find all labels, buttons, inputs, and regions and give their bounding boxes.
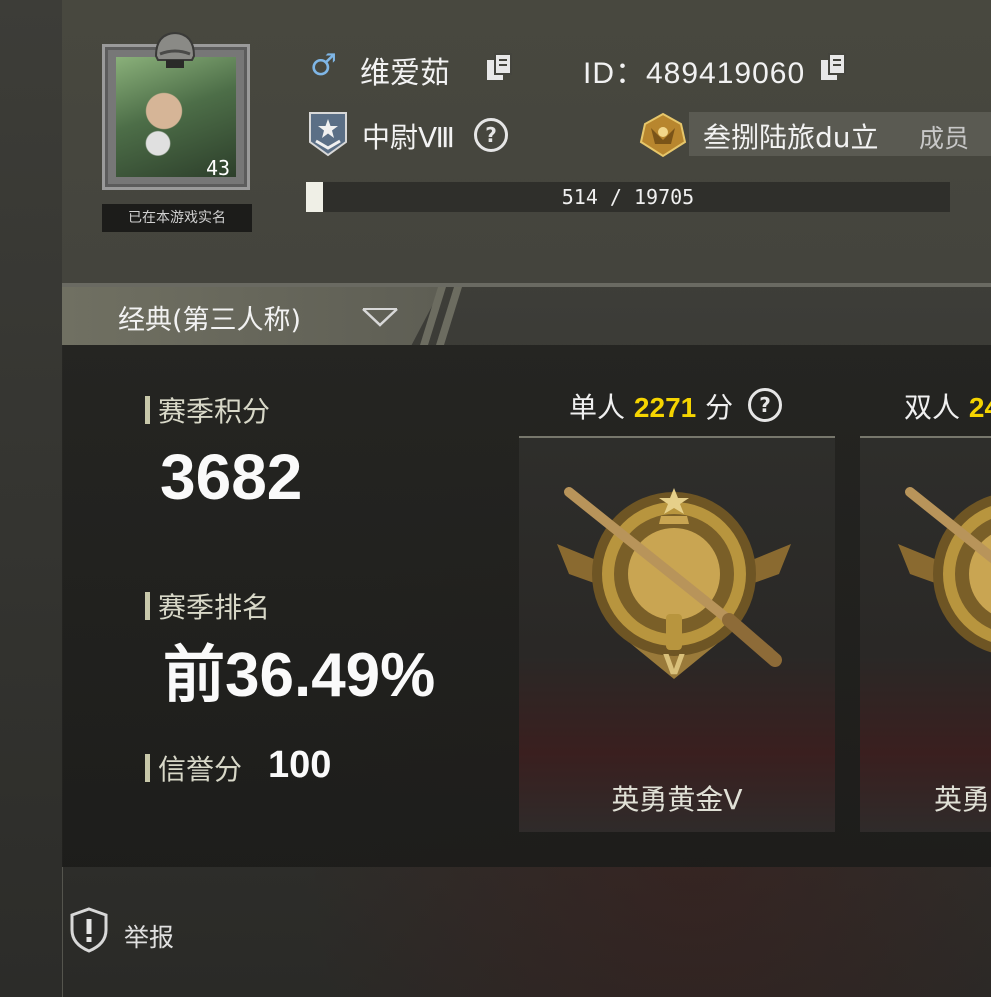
honor-score-label: 信誉分 xyxy=(158,753,243,786)
realname-verified-badge: 已在本游戏实名 xyxy=(102,204,252,232)
player-id: ID：489419060 xyxy=(583,57,806,90)
card-points-suffix: 分 xyxy=(705,391,734,424)
left-sidebar-strip xyxy=(0,0,63,997)
season-score-label: 赛季积分 xyxy=(158,395,271,428)
gold-tier-medal-icon: V xyxy=(557,487,791,681)
season-score-value: 3682 xyxy=(160,441,303,513)
player-nickname: 维爱茹 xyxy=(360,56,450,91)
stat-marker xyxy=(145,754,150,782)
stat-marker xyxy=(145,592,150,620)
copy-name-icon[interactable] xyxy=(485,52,513,82)
card-title: 双人 24 xyxy=(904,386,991,426)
clan-role: 成员 xyxy=(919,124,970,153)
male-symbol-icon: ♂ xyxy=(310,48,337,83)
card-header: 双人 24 xyxy=(860,378,991,438)
solo-rank-card[interactable]: 单人 2271 分 ? V 英勇黄金Ⅴ xyxy=(519,378,835,832)
experience-progress-text: 514 / 19705 xyxy=(561,185,695,209)
experience-progress-bar: 514 / 19705 xyxy=(306,182,950,212)
report-button[interactable]: 举报 xyxy=(124,918,174,954)
card-points: 2271 xyxy=(633,392,697,423)
tier-name: 英勇 xyxy=(934,783,991,816)
player-level: 43 xyxy=(206,156,231,180)
card-points: 24 xyxy=(968,392,991,423)
chevron-down-icon[interactable] xyxy=(360,306,400,328)
helmet-icon xyxy=(154,31,196,68)
solo-help-icon[interactable]: ? xyxy=(748,388,782,422)
stat-marker xyxy=(145,396,150,424)
decorative-stripes xyxy=(420,287,462,345)
rank-help-icon[interactable]: ? xyxy=(474,118,508,152)
card-mode-label: 单人 xyxy=(569,391,626,424)
copy-id-icon[interactable] xyxy=(819,52,847,82)
divider xyxy=(62,283,991,287)
card-header: 单人 2271 分 ? xyxy=(519,378,835,438)
season-rank-label: 赛季排名 xyxy=(158,591,271,624)
honor-score-value: 100 xyxy=(268,744,332,786)
rank-insignia-icon xyxy=(309,112,347,157)
card-mode-label: 双人 xyxy=(904,391,961,424)
svg-text:V: V xyxy=(663,648,685,681)
clan-name: 叁捌陆旅du立 xyxy=(703,121,879,154)
report-shield-icon[interactable] xyxy=(68,906,110,954)
gold-tier-medal-icon xyxy=(898,487,991,653)
clan-emblem-icon xyxy=(639,112,687,158)
duo-rank-card[interactable]: 双人 24 英勇 xyxy=(860,378,991,832)
season-rank-value: 前36.49% xyxy=(163,641,436,710)
tier-name: 英勇黄金Ⅴ xyxy=(611,783,743,816)
clan-info[interactable]: 叁捌陆旅du立 成员 xyxy=(689,112,991,156)
card-title: 单人 2271 分 xyxy=(569,386,733,426)
player-rank: 中尉Ⅷ xyxy=(362,121,455,154)
mode-selector-label: 经典(第三人称) xyxy=(118,305,302,336)
